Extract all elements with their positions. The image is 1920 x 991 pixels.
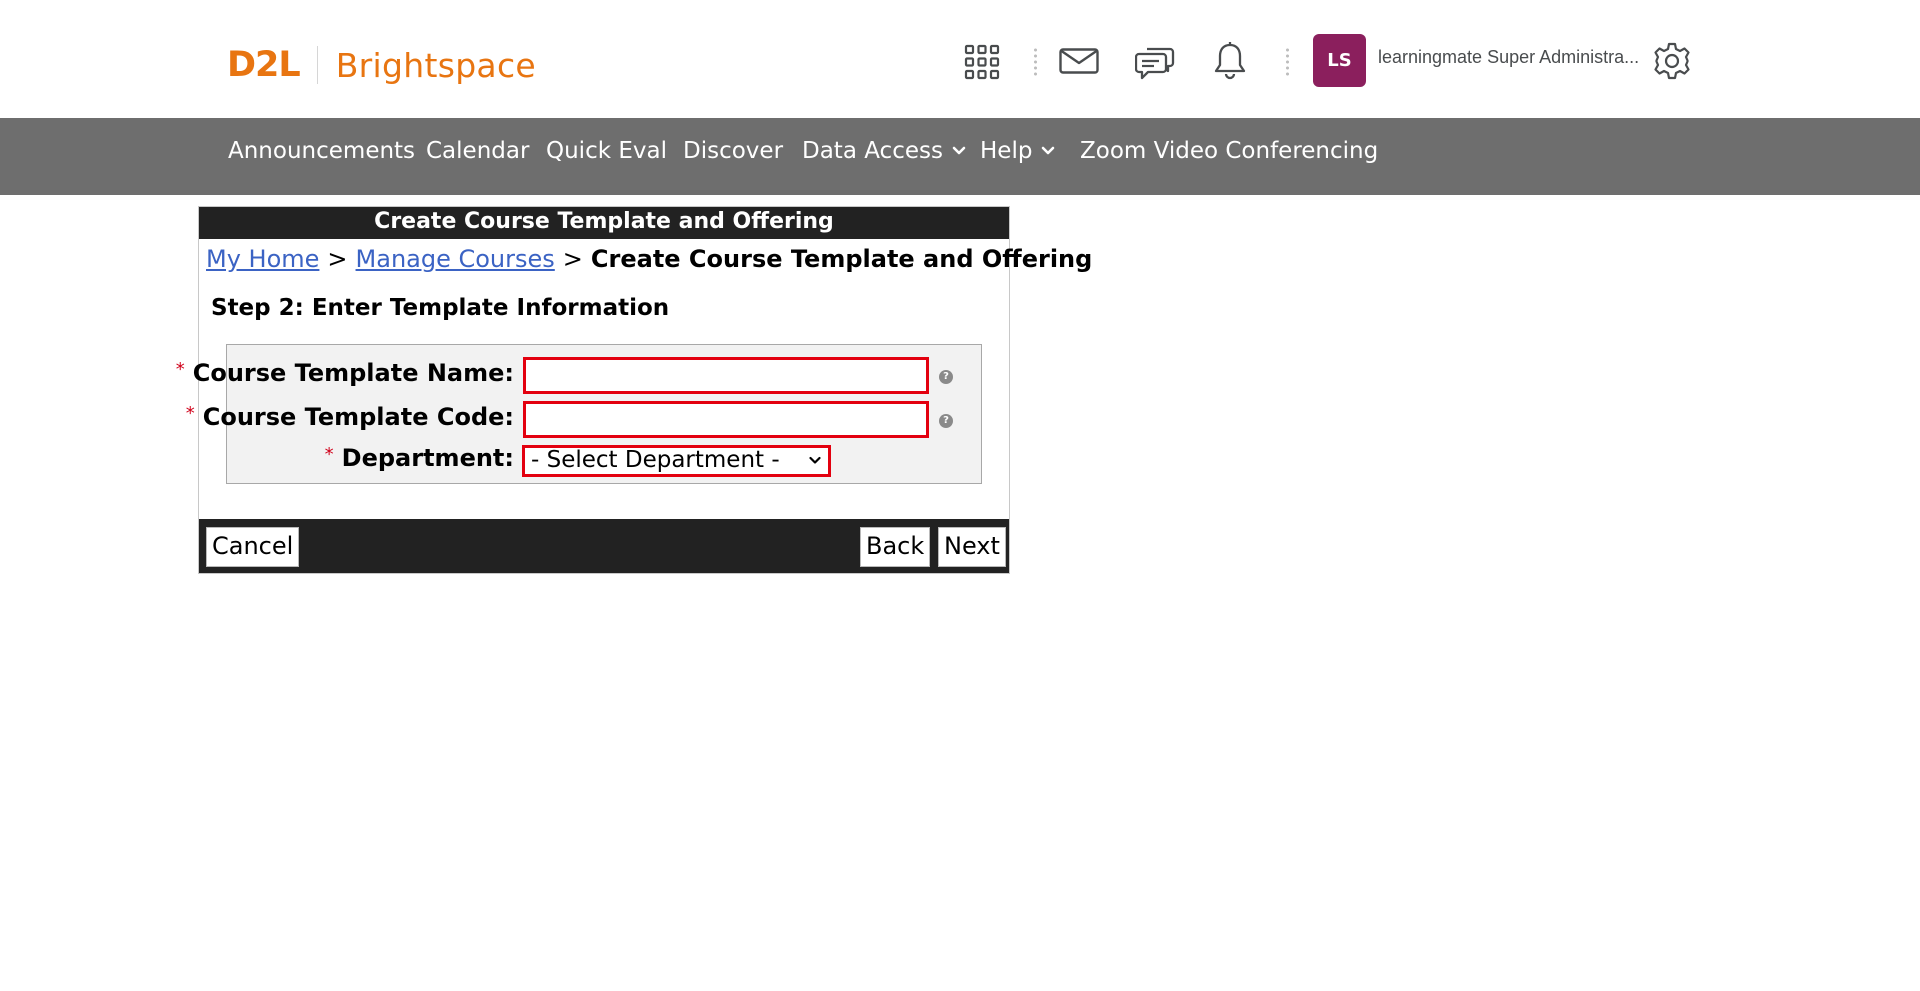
logo-d2l: D2L	[227, 45, 301, 85]
nav-item-label: Announcements	[228, 138, 416, 164]
required-marker: *	[324, 444, 334, 465]
nav-item-data-access[interactable]: Data Access	[802, 138, 966, 164]
department-select-value: - Select Department -	[531, 447, 780, 473]
header-divider	[1034, 47, 1037, 77]
breadcrumb-current: Create Course Template and Offering	[590, 245, 1093, 273]
apps-grid-icon[interactable]	[962, 43, 1002, 81]
nav-item-quick-eval[interactable]: Quick Eval	[546, 138, 667, 164]
nav-item-label: Zoom Video Conferencing	[1080, 138, 1379, 164]
nav-item-label: Data Access	[802, 138, 943, 164]
create-course-panel: Create Course Template and Offering My H…	[176, 206, 1092, 574]
breadcrumb-separator: >	[327, 245, 348, 273]
required-marker: *	[175, 359, 185, 380]
top-header: D2L Brightspace LS learningmate Super Ad…	[0, 0, 1920, 118]
nav-item-label: Quick Eval	[546, 138, 667, 164]
field-label-text: Course Template Code:	[202, 403, 514, 431]
course-template-code-label: * Course Template Code:	[186, 403, 514, 431]
breadcrumb-separator: >	[562, 245, 583, 273]
chat-icon[interactable]	[1134, 40, 1176, 82]
department-label: * Department:	[325, 444, 514, 472]
breadcrumb: My Home > Manage Courses > Create Course Tem…	[206, 245, 1092, 273]
field-label-text: Course Template Name:	[192, 359, 514, 387]
header-divider	[1286, 47, 1289, 77]
logo-divider	[316, 46, 318, 84]
bell-icon[interactable]	[1210, 40, 1250, 82]
panel-footer: Cancel Back Next	[199, 519, 1009, 573]
department-select[interactable]: - Select Department -	[522, 445, 831, 477]
chevron-down-icon	[809, 456, 821, 465]
nav-item-label: Help	[980, 138, 1033, 164]
field-label-text: Department:	[341, 444, 514, 472]
panel-title: Create Course Template and Offering	[199, 207, 1009, 239]
chevron-down-icon	[1041, 146, 1055, 156]
course-template-code-input[interactable]	[523, 401, 929, 438]
nav-item-label: Calendar	[426, 138, 530, 164]
gear-icon[interactable]	[1652, 41, 1692, 81]
breadcrumb-manage-courses[interactable]: Manage Courses	[356, 245, 555, 273]
required-marker: *	[185, 403, 195, 424]
template-form: * Course Template Name: ? * Course Templat…	[176, 344, 982, 484]
main-navbar: Announcements Calendar Quick Eval Discov…	[0, 118, 1920, 195]
course-template-name-label: * Course Template Name:	[176, 359, 514, 387]
cancel-button[interactable]: Cancel	[206, 527, 300, 567]
help-icon[interactable]: ?	[939, 414, 953, 428]
help-icon[interactable]: ?	[939, 370, 953, 384]
nav-item-help[interactable]: Help	[980, 138, 1055, 164]
nav-item-discover[interactable]: Discover	[683, 138, 783, 164]
brightspace-logo[interactable]: D2L Brightspace	[227, 44, 536, 86]
nav-item-calendar[interactable]: Calendar	[426, 138, 529, 164]
nav-item-label: Discover	[683, 138, 784, 164]
user-name[interactable]: learningmate Super Administra...	[1378, 47, 1639, 68]
back-button[interactable]: Back	[860, 527, 931, 567]
mail-icon[interactable]	[1058, 44, 1100, 78]
chevron-down-icon	[952, 146, 966, 156]
avatar[interactable]: LS	[1313, 34, 1366, 87]
course-template-name-input[interactable]	[523, 357, 929, 394]
breadcrumb-my-home[interactable]: My Home	[206, 245, 319, 273]
logo-brightspace: Brightspace	[335, 45, 537, 85]
next-button[interactable]: Next	[938, 527, 1006, 567]
nav-item-announcements[interactable]: Announcements	[228, 138, 415, 164]
nav-item-zoom[interactable]: Zoom Video Conferencing	[1080, 138, 1378, 164]
step-heading: Step 2: Enter Template Information	[211, 295, 670, 321]
